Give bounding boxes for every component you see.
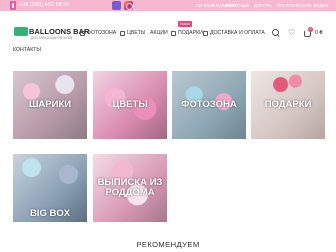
menu-item-label: ФОТОЗОНА (87, 30, 117, 36)
category-tile-balloons[interactable]: ШАРИКИ (13, 71, 87, 139)
category-label: ШАРИКИ (28, 99, 72, 110)
cart-total[interactable]: 0 ₴ (315, 30, 323, 36)
top-bar: +38 (050) 452 58 00 ЛИЧНЫЙ КАБИНЕТ ОБРАТ… (0, 0, 336, 11)
flower-icon (120, 30, 125, 36)
heart-icon[interactable]: ♡ (288, 29, 296, 37)
viber-icon[interactable] (112, 1, 121, 10)
category-tile-big-box[interactable]: BIG BOX (13, 154, 87, 222)
menu-item-label: ЦВЕТЫ (127, 30, 146, 36)
phone-icon[interactable] (10, 1, 16, 10)
gift-icon (171, 30, 176, 36)
camera-icon (80, 30, 85, 36)
category-label: ВЫПИСКА ИЗ РОДДОМА (97, 177, 163, 198)
category-tile-maternity[interactable]: ВЫПИСКА ИЗ РОДДОМА (93, 154, 167, 222)
menu-item-label: ДОСТАВКА И ОПЛАТА (210, 30, 265, 36)
category-label: ФОТОЗОНА (181, 99, 237, 110)
topnav-videos[interactable]: ПРАКТИЧЕСКИЕ ВИДЕО (277, 1, 328, 10)
menu-item-delivery[interactable]: ДОСТАВКА И ОПЛАТА (203, 29, 265, 37)
category-label: BIG BOX (29, 208, 71, 219)
search-icon[interactable] (272, 29, 280, 37)
cart-count-badge: 0 (308, 27, 313, 32)
topnav-road[interactable]: ДОРОГА (254, 1, 272, 10)
instagram-icon[interactable] (124, 1, 133, 10)
section-title: РЕКОМЕНДУЕМ (136, 240, 200, 249)
truck-icon (203, 30, 208, 36)
category-label: ЦВЕТЫ (112, 99, 148, 110)
logo-icon[interactable] (14, 27, 28, 36)
category-tile-flowers[interactable]: ЦВЕТЫ (93, 71, 167, 139)
phone-number[interactable]: +38 (050) 452 58 00 (19, 1, 70, 10)
menu-item-sales[interactable]: АКЦИИ (150, 29, 168, 37)
menu-item-label: ПОДАРКИ (178, 30, 203, 36)
menu-item-flowers[interactable]: ЦВЕТЫ (120, 29, 146, 37)
logo-tagline: ДОСТАВКА ШАРОВ КИЕВ (31, 36, 73, 40)
new-badge: Новое (178, 21, 192, 27)
menu-item-label: АКЦИИ (150, 30, 168, 36)
category-label: ПОДАРКИ (264, 99, 312, 110)
category-tile-gifts[interactable]: ПОДАРКИ (251, 71, 325, 139)
category-tile-photozone[interactable]: ФОТОЗОНА (172, 71, 246, 139)
menu-item-photozone[interactable]: ФОТОЗОНА (80, 29, 116, 37)
menu-item-contacts[interactable]: КОНТАКТЫ (13, 47, 41, 53)
menu-item-gifts[interactable]: ПОДАРКИ (171, 29, 203, 37)
topnav-callback[interactable]: ОБРАТНЫЙ (225, 1, 249, 10)
